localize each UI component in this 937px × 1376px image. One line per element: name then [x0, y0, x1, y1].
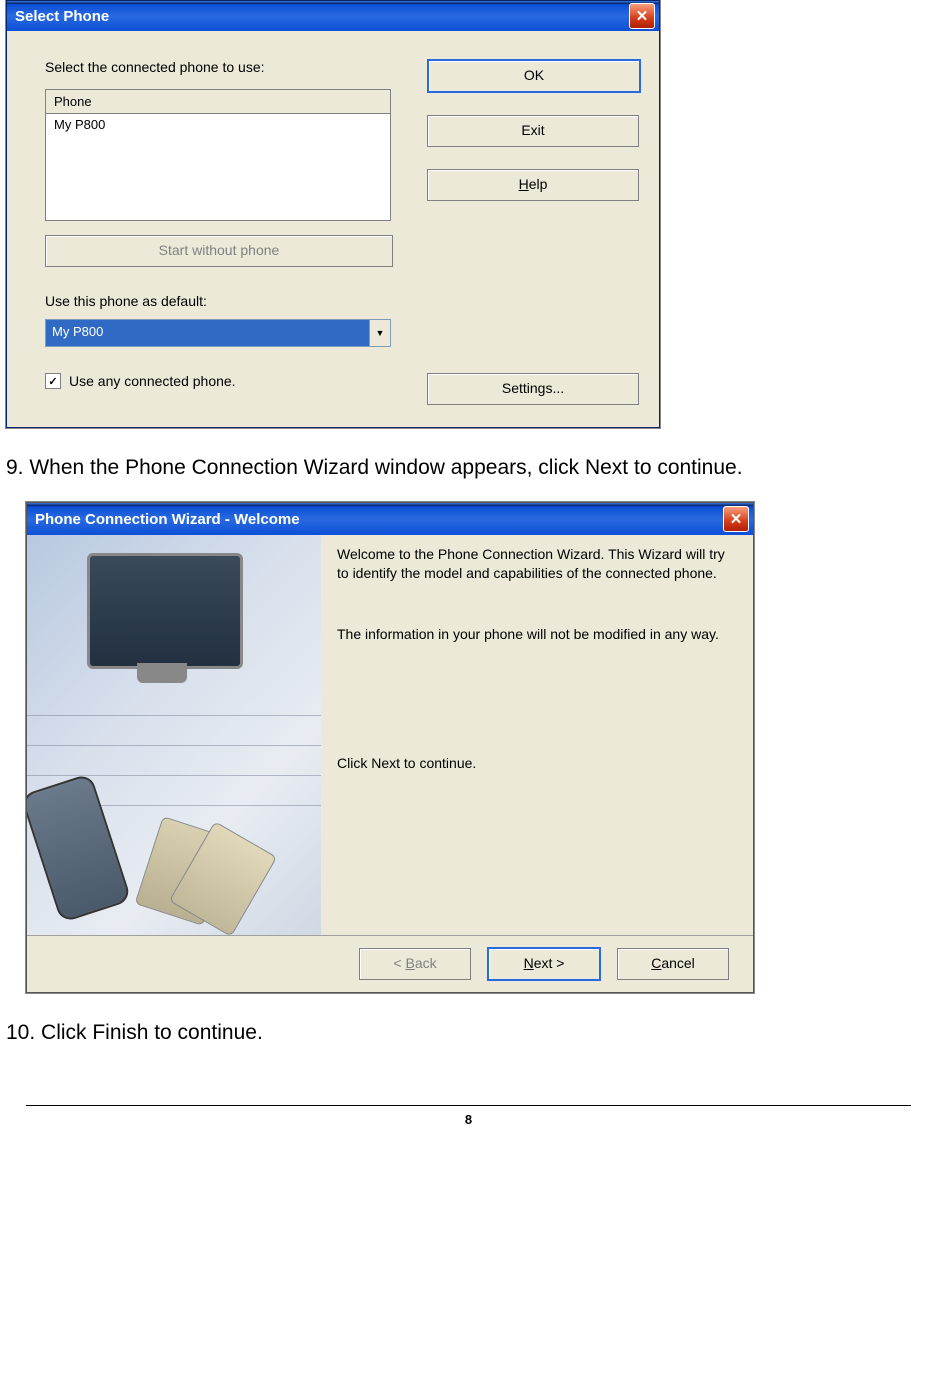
- settings-button[interactable]: Settings...: [427, 373, 639, 405]
- select-phone-dialog: Select Phone ✕ Select the connected phon…: [6, 0, 660, 428]
- list-column-header: Phone: [46, 90, 390, 114]
- wizard-side-image: [27, 535, 321, 935]
- exit-button[interactable]: Exit: [427, 115, 639, 147]
- start-without-phone-button: Start without phone: [45, 235, 393, 267]
- phone-connection-wizard-dialog: Phone Connection Wizard - Welcome ✕ Welc…: [26, 502, 754, 993]
- chevron-down-icon[interactable]: ▼: [369, 320, 390, 346]
- next-button[interactable]: Next >: [487, 947, 601, 981]
- default-phone-combo[interactable]: My P800 ▼: [45, 319, 391, 347]
- page-number: 8: [6, 1112, 931, 1127]
- titlebar: Select Phone ✕: [7, 1, 659, 31]
- help-button[interactable]: Help: [427, 169, 639, 201]
- ok-button[interactable]: OK: [427, 59, 641, 93]
- phone-listbox[interactable]: Phone My P800: [45, 89, 391, 221]
- step-9-text: 9. When the Phone Connection Wizard wind…: [6, 456, 931, 480]
- window-title: Select Phone: [15, 8, 629, 25]
- default-label: Use this phone as default:: [45, 293, 391, 309]
- cancel-button[interactable]: Cancel: [617, 948, 729, 980]
- back-button: < Back: [359, 948, 471, 980]
- wizard-paragraph-2: The information in your phone will not b…: [337, 625, 735, 644]
- close-icon[interactable]: ✕: [629, 3, 655, 29]
- footer-rule: [26, 1105, 911, 1106]
- step-10-text: 10. Click Finish to continue.: [6, 1021, 931, 1045]
- wizard-paragraph-3: Click Next to continue.: [337, 754, 735, 773]
- checkbox-label: Use any connected phone.: [69, 373, 236, 389]
- titlebar: Phone Connection Wizard - Welcome ✕: [27, 503, 753, 535]
- list-item[interactable]: My P800: [46, 114, 390, 135]
- window-title: Phone Connection Wizard - Welcome: [35, 511, 723, 528]
- combo-value: My P800: [46, 320, 369, 346]
- close-icon[interactable]: ✕: [723, 506, 749, 532]
- select-label: Select the connected phone to use:: [45, 59, 391, 75]
- use-any-checkbox[interactable]: ✓: [45, 373, 61, 389]
- wizard-paragraph-1: Welcome to the Phone Connection Wizard. …: [337, 545, 735, 583]
